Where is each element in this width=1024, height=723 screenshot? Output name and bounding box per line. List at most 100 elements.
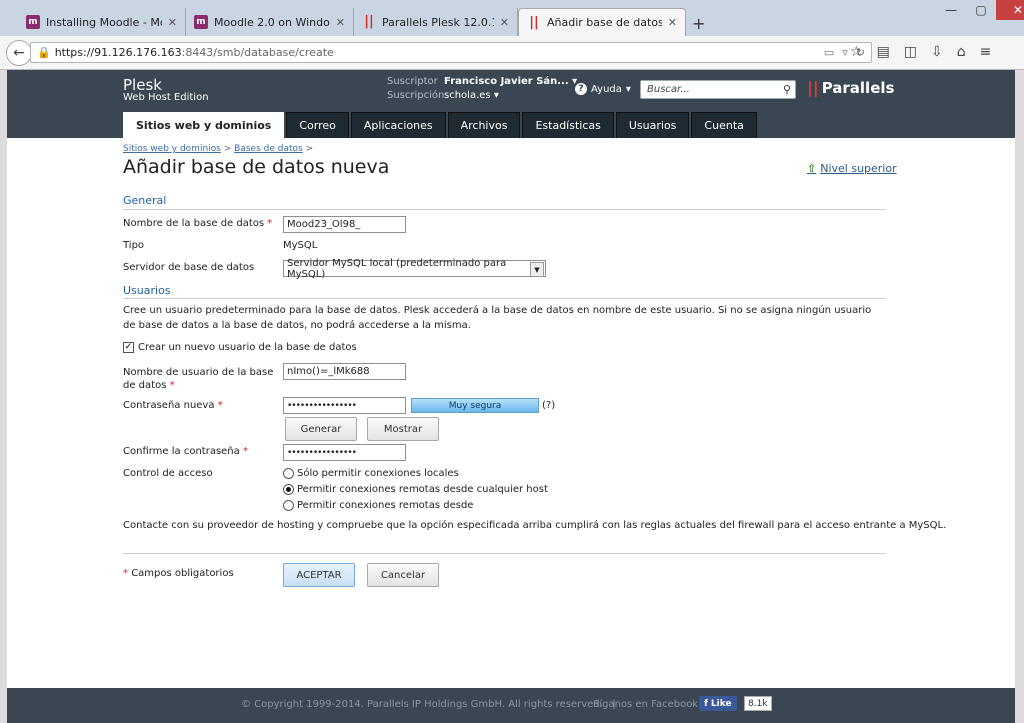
tab-files[interactable]: Archivos <box>447 112 521 138</box>
like-count: 8.1k <box>744 696 772 711</box>
moodle-icon: m <box>194 15 208 29</box>
radio-remote-from-label: Permitir conexiones remotas desde <box>297 500 474 511</box>
breadcrumb: Sitios web y dominios > Bases de datos > <box>123 144 313 154</box>
facebook-follow-text[interactable]: Síganos en Facebook <box>593 699 698 710</box>
page-footer: © Copyright 1999-2014. Parallels IP Hold… <box>7 688 1015 723</box>
parallels-logo-mark-icon: || <box>807 78 819 97</box>
breadcrumb-databases[interactable]: Bases de datos <box>234 144 303 154</box>
minimize-icon[interactable]: — <box>936 0 966 20</box>
db-name-label: Nombre de la base de datos * <box>123 218 273 229</box>
bookmarks-list-icon[interactable]: ▤ <box>877 44 890 60</box>
breadcrumb-websites[interactable]: Sitios web y dominios <box>123 144 221 154</box>
url-host: https://91.126.176.163 <box>54 46 182 59</box>
tab-title: Installing Moodle - Moodl... <box>46 15 162 29</box>
db-server-value: Servidor MySQL local (predeterminado par… <box>287 257 507 280</box>
users-description: Cree un usuario predeterminado para la b… <box>123 305 872 331</box>
required-fields-note: * Campos obligatorios <box>123 568 234 579</box>
page-title: Añadir base de datos nueva <box>123 156 390 178</box>
bookmark-star-icon[interactable]: ☆ <box>850 44 863 60</box>
page-content: Plesk Web Host Edition Suscriptor Franci… <box>7 70 1015 723</box>
type-value: MySQL <box>283 240 318 251</box>
like-label: Like <box>710 698 732 709</box>
url-bar[interactable]: 🔒 https://91.126.176.163:8443/smb/databa… <box>30 42 872 63</box>
close-window-icon[interactable]: ✕ <box>996 0 1024 20</box>
chevron-down-icon: ▾ <box>625 83 631 95</box>
facebook-icon: f <box>704 698 708 709</box>
breadcrumb-separator: > <box>305 144 314 154</box>
tab-statistics[interactable]: Estadísticas <box>522 112 614 138</box>
close-icon[interactable]: ✕ <box>168 16 177 29</box>
section-general-title: General <box>123 194 167 207</box>
db-server-select[interactable]: Servidor MySQL local (predeterminado par… <box>283 257 546 280</box>
reader-icon[interactable]: ▭ <box>824 46 834 59</box>
radio-local-only[interactable] <box>283 468 294 479</box>
url-path: :8443/smb/database/create <box>181 46 334 59</box>
divider <box>123 298 886 299</box>
facebook-like-button[interactable]: f Like <box>699 696 737 711</box>
parallels-icon: || <box>364 14 374 29</box>
chevron-down-icon: ▼ <box>530 262 544 277</box>
dropdown-icon[interactable]: ▿ <box>842 46 848 59</box>
radio-remote-from[interactable] <box>283 500 294 511</box>
divider <box>123 209 886 210</box>
confirm-password-input[interactable]: •••••••••••••••• <box>283 444 406 461</box>
create-user-checkbox[interactable]: ✓ <box>123 342 134 353</box>
generate-button[interactable]: Generar <box>285 417 357 441</box>
subscription-label: Suscripción <box>387 90 445 101</box>
password-help-icon[interactable]: (?) <box>542 400 555 411</box>
search-icon[interactable]: ⚲ <box>783 83 791 96</box>
tab-applications[interactable]: Aplicaciones <box>350 112 446 138</box>
new-tab-icon[interactable]: + <box>692 14 705 33</box>
search-input[interactable]: Buscar... ⚲ <box>640 80 796 99</box>
subscription-menu[interactable]: schola.es ▾ <box>444 90 499 101</box>
home-icon[interactable]: ⌂ <box>957 44 966 60</box>
close-icon[interactable]: ✕ <box>668 16 677 29</box>
db-name-input[interactable]: Mood23_Ol98_ <box>283 216 406 233</box>
back-arrow-icon[interactable]: ← <box>6 40 32 66</box>
search-placeholder: Buscar... <box>647 84 690 95</box>
firewall-note: Contacte con su proveedor de hosting y c… <box>123 520 947 531</box>
maximize-icon[interactable]: ▢ <box>966 0 996 20</box>
parallels-icon: || <box>529 14 539 30</box>
browser-tab-4-active[interactable]: || Añadir base de datos nuev... ✕ <box>518 8 686 36</box>
tab-websites-domains[interactable]: Sitios web y dominios <box>123 112 285 138</box>
type-label: Tipo <box>123 240 145 251</box>
help-menu[interactable]: ? Ayuda ▾ <box>575 83 631 95</box>
radio-remote-any-host-label: Permitir conexiones remotas desde cualqu… <box>297 484 548 495</box>
product-edition: Web Host Edition <box>123 92 209 103</box>
divider <box>123 553 886 554</box>
browser-tab-3[interactable]: || Parallels Plesk 12.0.18 for ... ✕ <box>354 8 518 36</box>
chevron-down-icon: ▾ <box>493 90 499 101</box>
tab-title: Moodle 2.0 on Windows, II... <box>214 15 330 29</box>
radio-remote-any-host[interactable] <box>283 484 294 495</box>
up-level-icon: ⇧ <box>807 162 817 175</box>
tab-users[interactable]: Usuarios <box>615 112 690 138</box>
close-icon[interactable]: ✕ <box>336 16 345 29</box>
password-strength-meter: Muy segura <box>411 398 539 413</box>
menu-icon[interactable]: ≡ <box>980 44 992 60</box>
copyright-text: © Copyright 1999-2014. Parallels IP Hold… <box>241 699 616 710</box>
up-level-link[interactable]: ⇧ Nivel superior <box>807 162 897 175</box>
cancel-button[interactable]: Cancelar <box>367 563 439 587</box>
tab-account[interactable]: Cuenta <box>691 112 757 138</box>
moodle-icon: m <box>26 15 40 29</box>
logo-text: Parallels <box>821 78 895 97</box>
radio-local-only-label: Sólo permitir conexiones locales <box>297 468 459 479</box>
db-username-input[interactable]: nImo()=_lMk688 <box>283 363 406 380</box>
new-password-input[interactable]: •••••••••••••••• <box>283 397 406 414</box>
browser-tab-2[interactable]: m Moodle 2.0 on Windows, II... ✕ <box>186 8 354 36</box>
help-label: Ayuda <box>591 83 622 95</box>
access-control-label: Control de acceso <box>123 468 213 479</box>
breadcrumb-separator: > <box>223 144 232 154</box>
ok-button[interactable]: ACEPTAR <box>283 563 355 587</box>
pocket-icon[interactable]: ◫ <box>904 44 917 60</box>
close-icon[interactable]: ✕ <box>500 16 509 29</box>
show-button[interactable]: Mostrar <box>367 417 439 441</box>
main-nav-tabs: Sitios web y dominios Correo Aplicacione… <box>123 112 757 138</box>
browser-tab-1[interactable]: m Installing Moodle - Moodl... ✕ <box>18 8 186 36</box>
download-icon[interactable]: ⇩ <box>931 44 943 60</box>
tab-title: Parallels Plesk 12.0.18 for ... <box>382 15 494 29</box>
tab-mail[interactable]: Correo <box>286 112 349 138</box>
lock-icon: 🔒 <box>37 46 51 59</box>
subscriber-menu[interactable]: Francisco Javier Sán... ▾ <box>444 76 577 87</box>
